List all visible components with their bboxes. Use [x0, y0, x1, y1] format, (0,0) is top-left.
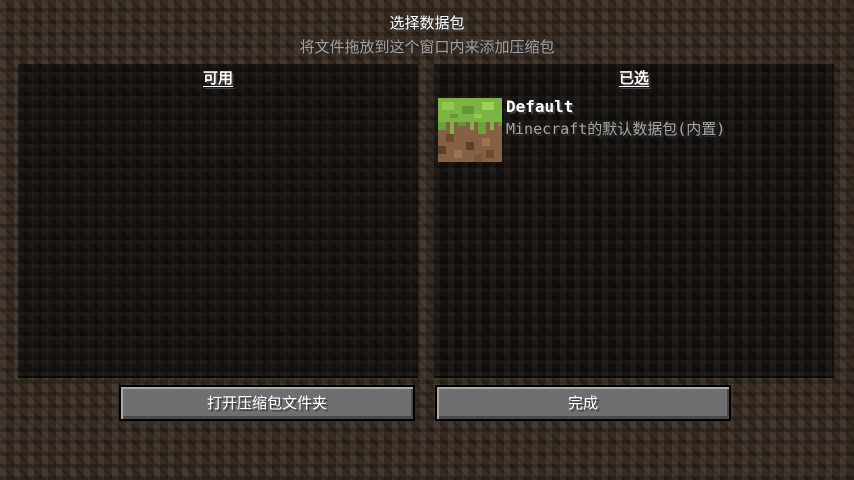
pack-name: Default: [506, 97, 574, 116]
open-pack-folder-button[interactable]: 打开压缩包文件夹: [119, 385, 415, 421]
available-packs-heading: 可用: [202, 69, 233, 87]
selected-packs-list[interactable]: 已选 Default Minecraft的默认数据包(内置): [434, 64, 834, 378]
pack-entry-default[interactable]: Default Minecraft的默认数据包(内置): [438, 98, 828, 162]
available-packs-list[interactable]: 可用: [18, 64, 418, 378]
done-button[interactable]: 完成: [435, 385, 731, 421]
grass-block-icon: [438, 98, 502, 162]
selected-packs-heading: 已选: [618, 69, 649, 87]
pack-description: Minecraft的默认数据包(内置): [506, 120, 726, 138]
screen-title: 选择数据包: [389, 14, 465, 32]
screen-subtitle: 将文件拖放到这个窗口内来添加压缩包: [299, 38, 555, 56]
